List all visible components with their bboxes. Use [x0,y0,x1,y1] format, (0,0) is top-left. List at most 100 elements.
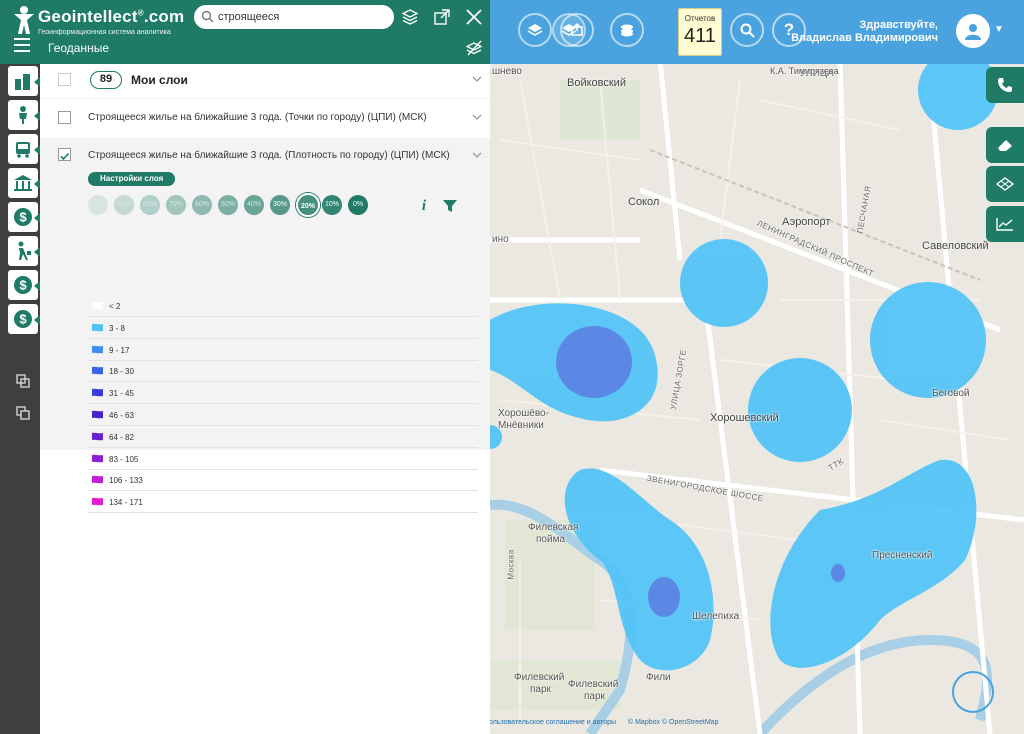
legend-flag-icon [92,388,103,397]
chevron-down-icon[interactable] [472,152,482,158]
logo-person-icon [14,6,34,34]
panel-title: Геоданные [48,41,110,55]
my-layers-count-badge: 89 [90,71,122,89]
coins-icon [621,24,633,37]
person-icon [19,106,27,124]
map-label: Аэропорт [782,216,831,228]
layer-name-points: Строящееся жилье на ближайшие 3 года. (Т… [88,112,427,123]
map-label: пойма [536,534,565,545]
reports-counter[interactable]: Отчетов 411 [678,8,722,56]
legend-item: 18 - 30 [88,361,478,383]
map-label: Хорошевский [710,412,779,424]
legend-item: 134 - 171 [88,492,478,514]
layers-off-icon [466,40,482,56]
map-label: Войковский [567,77,626,89]
map-label: Филевская [528,522,579,533]
legend-flag-icon [92,432,103,441]
user-icon [965,24,981,40]
search-map-button[interactable] [730,13,764,47]
legend-item: 46 - 63 [88,405,478,426]
bank-icon [14,175,32,191]
logo[interactable]: Geointellect®.com Геоинформационная сист… [12,5,184,40]
map-layers-tab[interactable] [986,166,1024,202]
layer-checkbox-density[interactable] [58,148,71,161]
panel-header: Geointellect®.com Геоинформационная сист… [0,0,490,64]
opacity-option[interactable]: 30% [270,195,290,215]
layers-off-button[interactable] [464,38,484,58]
opacity-option[interactable]: 10% [322,195,342,215]
map-grid-icon [996,177,1014,191]
info-icon[interactable]: i [420,198,428,212]
hamburger-menu-icon[interactable] [14,38,30,52]
eraser-tab[interactable] [986,127,1024,163]
contact-tab[interactable] [986,67,1024,103]
legend-item: 83 - 105 [88,449,478,470]
map-label: Пресненский [872,550,933,561]
bus-icon [16,142,30,158]
legend-item: 64 - 82 [88,427,478,448]
opacity-option[interactable]: 50% [218,195,238,215]
layer-stack-icon [527,24,543,36]
layers-toggle-button[interactable] [518,13,552,47]
layer-row-points[interactable]: Строящееся жилье на ближайшие 3 года. (Т… [40,98,490,136]
chevron-down-icon[interactable] [472,76,482,82]
chart-tab[interactable] [986,206,1024,242]
dollar-icon: $ [14,208,32,226]
legend-flag-icon [92,454,103,462]
close-panel-button[interactable] [464,7,484,27]
legend-item: < 2 [88,296,478,317]
map-label: Шелепиха [692,611,740,622]
search-input[interactable] [218,9,388,25]
legend-label: 106 - 133 [109,476,143,486]
layer-checkbox-points[interactable] [58,111,71,124]
legend-item: 31 - 45 [88,383,478,405]
svg-text:i: i [422,198,427,212]
map-terms-link[interactable]: Пользовательское соглашение и авторы [484,719,616,726]
chevron-down-icon[interactable] [472,114,482,120]
user-menu-caret-icon[interactable]: ▼ [994,24,1004,35]
search-box[interactable] [194,5,394,29]
legend-item: 9 - 17 [88,340,478,361]
open-external-button[interactable] [432,7,452,27]
opacity-option[interactable]: 20% [296,193,320,217]
my-layers-row[interactable]: 89 Мои слои [40,64,490,96]
opacity-option[interactable]: 60% [192,195,212,215]
layers-panel: 89 Мои слои Строящееся жилье на ближайши… [40,64,490,734]
compare-tool[interactable] [14,372,32,390]
legend-label: < 2 [109,302,121,311]
map-label: парк [584,691,605,702]
user-greeting: Здравствуйте, Владислав Владимирович [791,19,938,45]
filter-icon[interactable] [443,200,457,212]
opacity-option[interactable]: 70% [166,195,186,215]
svg-text:$: $ [19,278,27,293]
map-label: шнево [492,66,522,77]
map-label: ино [492,234,509,245]
my-layers-checkbox[interactable] [58,73,71,86]
opacity-option[interactable]: 40% [244,195,264,215]
layer-name-density: Строящееся жилье на ближайшие 3 года. (П… [88,150,450,161]
map-label: Филевский [514,672,565,683]
map-label: Савеловский [922,240,989,252]
opacity-option[interactable]: 0% [348,195,368,215]
opacity-option[interactable]: 90% [114,195,134,215]
layer-row-density[interactable]: Строящееся жилье на ближайшие 3 года. (П… [40,138,490,514]
user-avatar-button[interactable] [956,14,990,48]
magnifier-icon [740,23,755,38]
checkmark-icon [60,152,70,161]
database-stack-icon [402,9,418,25]
legend-label: 83 - 105 [109,454,139,464]
map-attribution-link[interactable]: © Mapbox © OpenStreetMap [628,719,718,726]
coins-button[interactable] [610,13,644,47]
legend-label: 18 - 30 [109,367,134,377]
layer-settings-button[interactable]: Настройки слоя [88,172,176,186]
map-label: Сокол [628,196,660,208]
copy-tool[interactable] [14,404,32,422]
opacity-option[interactable]: 80% [140,195,160,215]
layers-button[interactable] [552,13,586,47]
layers-icon [561,24,577,36]
external-link-icon [434,9,450,25]
phone-icon [998,78,1012,92]
stack-button[interactable] [400,7,420,27]
dollar-icon: $ [14,276,32,294]
opacity-option[interactable]: 100% [88,195,108,215]
